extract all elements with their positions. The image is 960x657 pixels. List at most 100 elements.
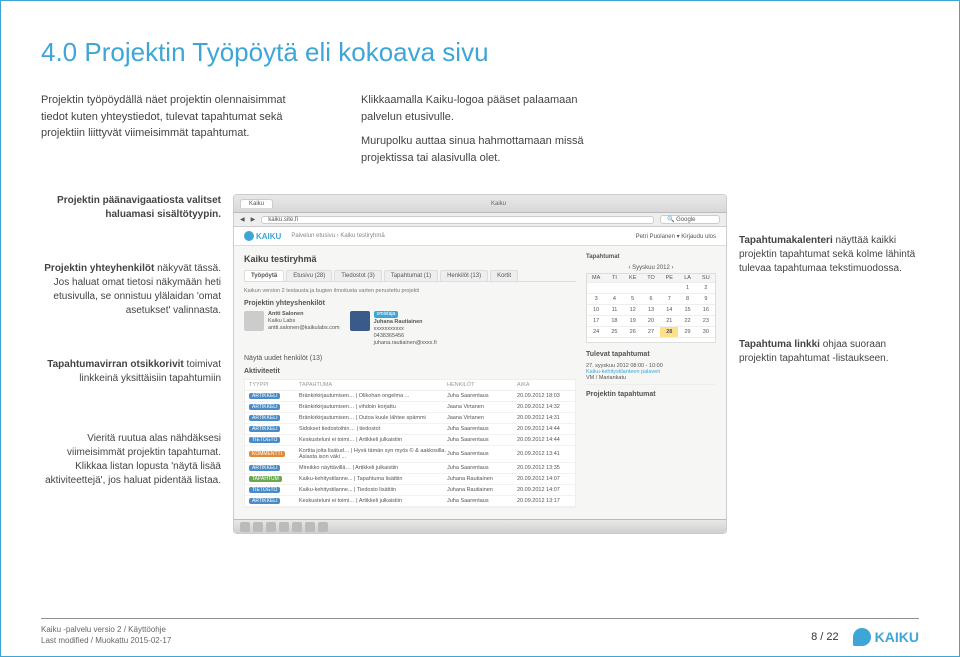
activity-text: Bränkirkirjautumisen… | vihdoin korjattu: [299, 404, 447, 410]
cal-cell[interactable]: 28: [660, 326, 678, 337]
activity-text: Sidokset tiedostoihin… | tiedostot: [299, 426, 447, 432]
activity-tag: ARTIKKELI: [249, 498, 280, 504]
activity-who: Juha Saarentaus: [447, 451, 517, 457]
cal-cell[interactable]: 21: [660, 315, 678, 326]
activity-row[interactable]: ARTIKKELIKeskusteluni ei toimi… | Artikk…: [245, 496, 575, 507]
cal-cell: [642, 337, 660, 342]
back-icon[interactable]: ◀: [240, 216, 245, 223]
activity-tag: TIETOGTO: [249, 487, 280, 493]
person-name: Antti Salonen: [268, 311, 340, 318]
activity-who: Jaana Virtanen: [447, 415, 517, 421]
activity-when: 20.09.2012 14:44: [517, 426, 571, 432]
project-desc: Kaikun version 2 testausta ja bugien ilm…: [244, 288, 576, 294]
recent-people-link[interactable]: Näytä uudet henkilöt (13): [244, 355, 576, 362]
cal-cell[interactable]: 4: [605, 293, 623, 304]
cal-cell[interactable]: 14: [660, 304, 678, 315]
activity-who: Juha Saarentaus: [447, 426, 517, 432]
cal-cell: [624, 282, 642, 293]
user-menu[interactable]: Petri Puolanen ▾ Kirjaudu ulos: [636, 233, 716, 240]
cal-cell: [605, 337, 623, 342]
kaiku-logo[interactable]: KAIKU: [244, 231, 281, 241]
cal-cell[interactable]: 6: [642, 293, 660, 304]
activity-when: 20.09.2012 14:07: [517, 487, 571, 493]
forward-icon[interactable]: ▶: [251, 216, 256, 223]
activity-row[interactable]: TAPAHTUMKaiku-kehitystilanne... | Tapaht…: [245, 474, 575, 485]
cal-cell[interactable]: 1: [678, 282, 696, 293]
cal-cell[interactable]: 16: [697, 304, 715, 315]
cal-cell[interactable]: 30: [697, 326, 715, 337]
cal-cell[interactable]: 3: [587, 293, 605, 304]
footer-doc-title: Kaiku -palvelu versio 2 / Käyttöohje: [41, 625, 171, 635]
browser-tab[interactable]: Kaiku: [240, 199, 273, 208]
activity-when: 20.09.2012 14:44: [517, 437, 571, 443]
cal-cell[interactable]: 25: [605, 326, 623, 337]
cal-cell[interactable]: 8: [678, 293, 696, 304]
cal-cell[interactable]: 24: [587, 326, 605, 337]
cal-cell[interactable]: 5: [624, 293, 642, 304]
activity-when: 20.09.2012 14:07: [517, 476, 571, 482]
url-field[interactable]: kaiku.site.fi: [261, 216, 654, 224]
cal-cell: [660, 282, 678, 293]
cal-cell[interactable]: 9: [697, 293, 715, 304]
tab-worktop[interactable]: Työpöytä: [244, 270, 284, 281]
activity-tag: ARTIKKELI: [249, 404, 280, 410]
browser-tab-bar: Kaiku Kaiku: [234, 195, 726, 213]
tab-frontpage[interactable]: Etusivu (28): [286, 270, 332, 281]
activity-row[interactable]: KOMMENTTIKorttia joita lisätud… | Hyvä t…: [245, 446, 575, 463]
breadcrumb[interactable]: Palvelun etusivu › Kaiku testiryhmä: [291, 233, 384, 239]
cal-day-header: TO: [642, 274, 660, 282]
note-scroll: Vieritä ruutua alas nähdäksesi viimeisim…: [41, 432, 221, 488]
upcoming-item[interactable]: 27. syyskuu 2012 08:00 - 10:00 Kaiku-keh…: [586, 360, 716, 385]
embedded-screenshot: Kaiku Kaiku ◀ ▶ kaiku.site.fi 🔍 Google K…: [233, 194, 727, 534]
calendar: MATIKETOPELASU 1234567891011121314151617…: [586, 273, 716, 343]
cal-cell: [605, 282, 623, 293]
tab-files[interactable]: Tiedostot (3): [334, 270, 381, 281]
cal-cell[interactable]: 11: [605, 304, 623, 315]
activity-text: Keskusteluni ei toimi… | Artikkeli julka…: [299, 437, 447, 443]
activity-tag: ARTIKKELI: [249, 393, 280, 399]
contact-person-1: Antti Salonen Kaiku Labs antti.salonen@k…: [244, 311, 340, 347]
cal-cell[interactable]: 13: [642, 304, 660, 315]
activity-who: Juhana Rautiainen: [447, 476, 517, 482]
intro-right: Klikkaamalla Kaiku-logoa pääset palaamaa…: [361, 92, 621, 166]
cal-cell[interactable]: 15: [678, 304, 696, 315]
cal-cell[interactable]: 29: [678, 326, 696, 337]
activity-row[interactable]: TIETOGTOKaiku-kehitystilanne... | Tiedos…: [245, 485, 575, 496]
cal-cell[interactable]: 7: [660, 293, 678, 304]
activity-row[interactable]: ARTIKKELI Bränkirkirjautumisen… | vihdoin…: [245, 402, 575, 413]
cal-cell: [587, 282, 605, 293]
cal-cell[interactable]: 19: [624, 315, 642, 326]
activity-text: Bränkirkirjautumisen… | Olikohan ongelma…: [299, 393, 447, 399]
avatar: [244, 311, 264, 331]
activity-tag: TIETOGTO: [249, 437, 280, 443]
cal-cell[interactable]: 17: [587, 315, 605, 326]
cal-cell[interactable]: 22: [678, 315, 696, 326]
note-calendar: Tapahtumakalenteri näyttää kaikki projek…: [739, 234, 919, 276]
cal-cell[interactable]: 18: [605, 315, 623, 326]
activity-text: Korttia joita lisätud… | Hyvä tämän syn …: [299, 448, 447, 460]
cal-cell[interactable]: 20: [642, 315, 660, 326]
activity-who: Juha Saarentaus: [447, 393, 517, 399]
calendar-month-nav[interactable]: ‹ Syyskuu 2012 ›: [586, 263, 716, 273]
activity-text: Mireikko näyttävillä… | Artikkeli julkai…: [299, 465, 447, 471]
cal-cell[interactable]: 27: [642, 326, 660, 337]
tab-cards[interactable]: Kortit: [490, 270, 518, 281]
activity-row[interactable]: ARTIKKELISidokset tiedostoihin… | tiedos…: [245, 424, 575, 435]
cal-cell[interactable]: 23: [697, 315, 715, 326]
col-time: AIKA: [517, 382, 571, 388]
activity-row[interactable]: ARTIKKELI Bränkirkirjautumisen… | Olikoha…: [245, 391, 575, 402]
cal-cell[interactable]: 10: [587, 304, 605, 315]
cal-cell[interactable]: 2: [697, 282, 715, 293]
project-events-heading: Projektin tapahtumat: [586, 391, 716, 398]
contact-person-2: omistaja Juhana Rautiainen xxxxxxxxxxx 0…: [350, 311, 437, 347]
tab-people[interactable]: Henkilöt (13): [440, 270, 488, 281]
activity-heading: Aktiviteetit: [244, 368, 576, 375]
search-field[interactable]: 🔍 Google: [660, 215, 720, 224]
activity-row[interactable]: ARTIKKELIMireikko näyttävillä… | Artikke…: [245, 463, 575, 474]
activity-row[interactable]: ARTIKKELIBränkirkirjautumisen… | Outoa k…: [245, 413, 575, 424]
activity-row[interactable]: TIETOGTO Keskusteluni ei toimi… | Artikke…: [245, 435, 575, 446]
cal-cell[interactable]: 12: [624, 304, 642, 315]
cal-cell[interactable]: 26: [624, 326, 642, 337]
tab-events[interactable]: Tapahtumat (1): [384, 270, 438, 281]
cal-cell: [678, 337, 696, 342]
